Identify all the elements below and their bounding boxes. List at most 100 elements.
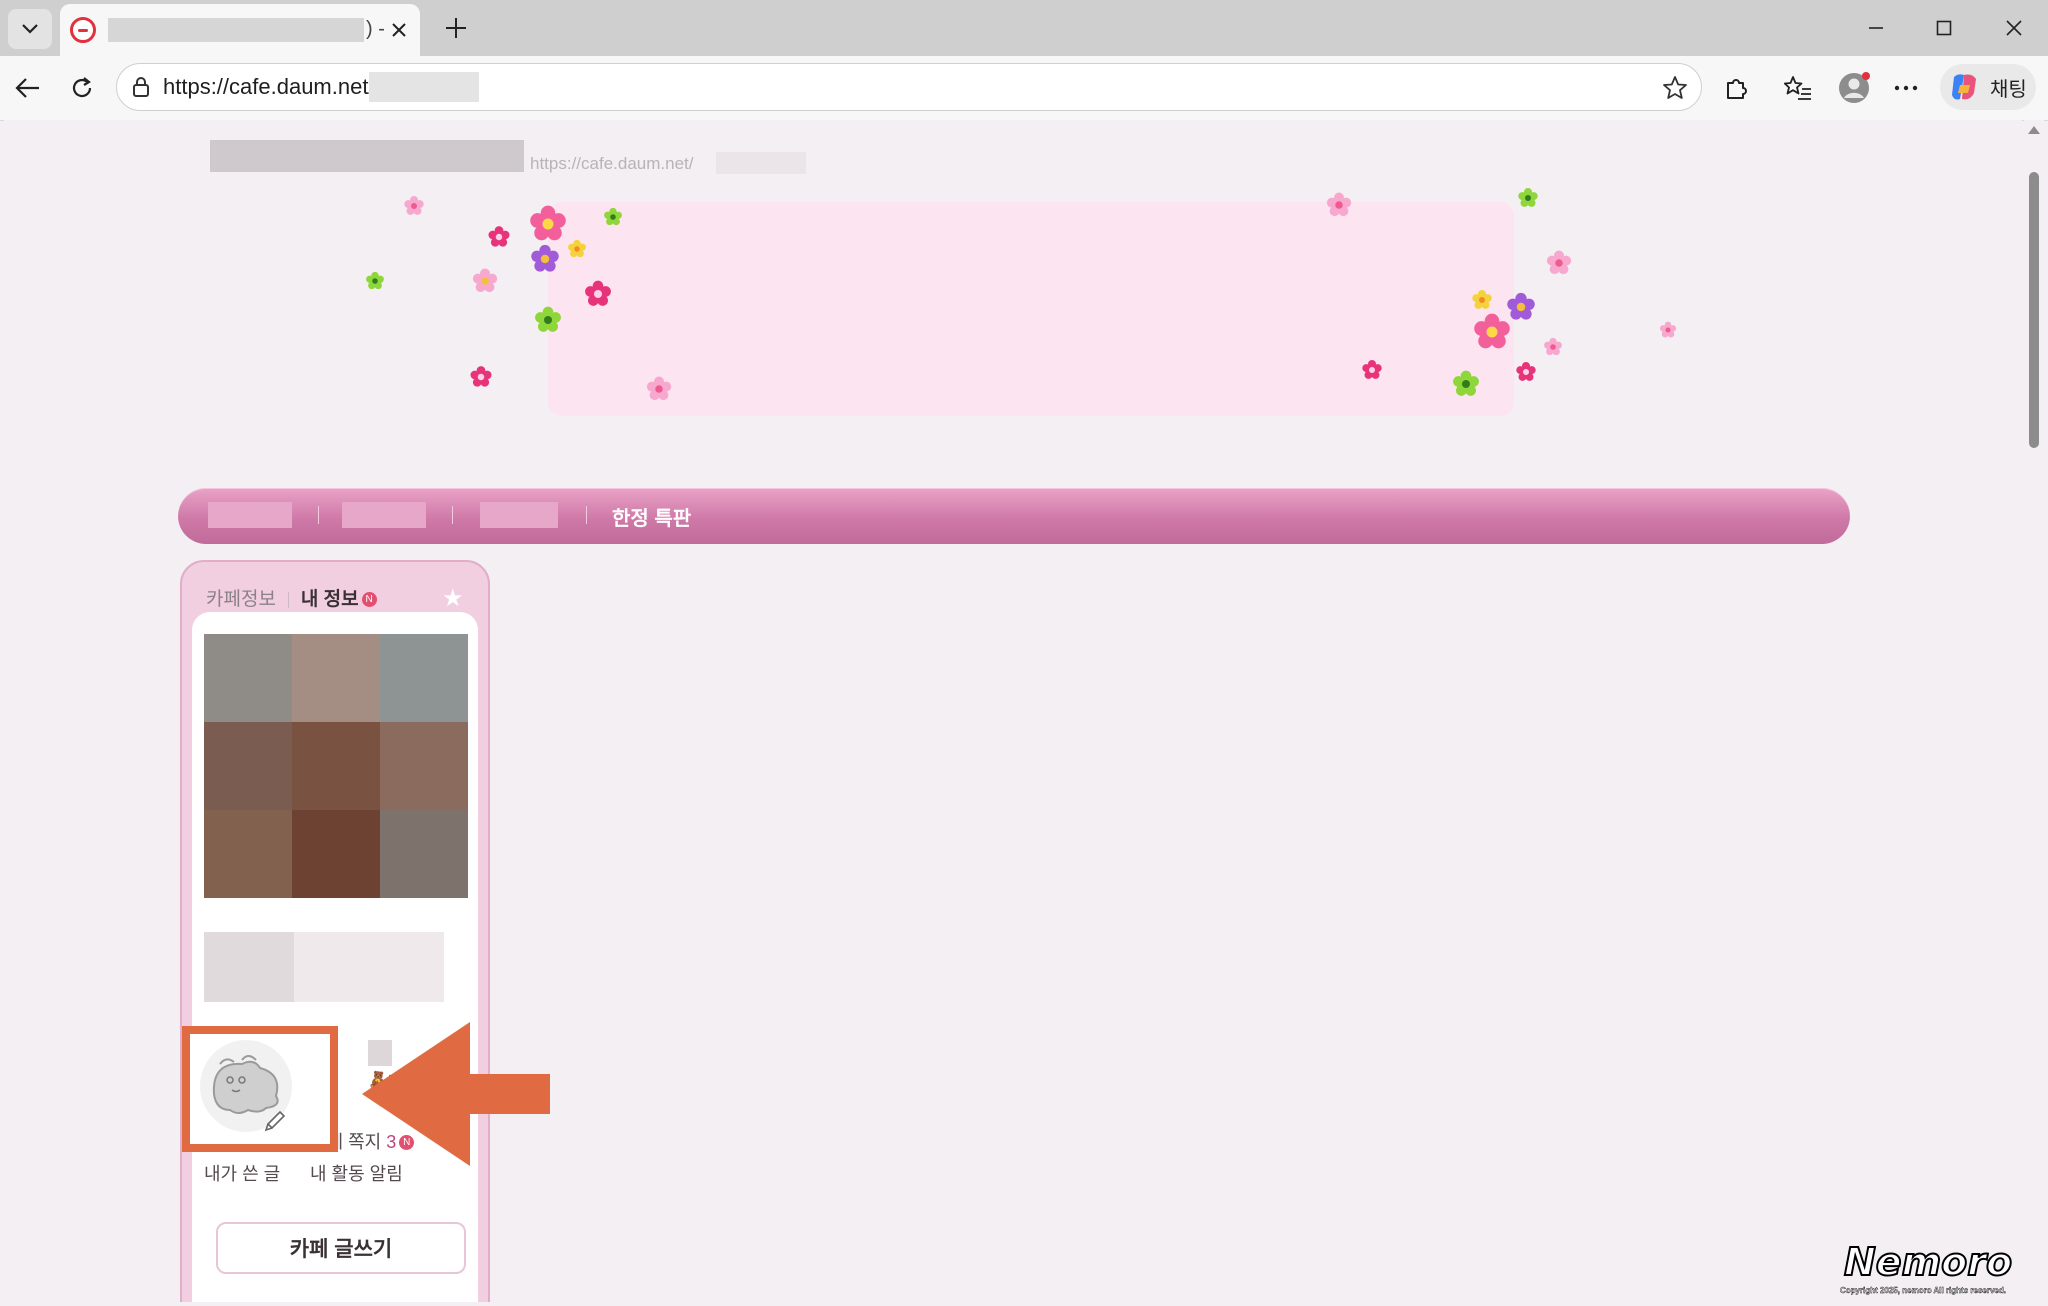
profile-mosaic-cell [204,722,292,810]
new-tab-button[interactable] [438,10,474,46]
ellipsis-icon [1894,85,1918,91]
flower-icon [604,207,622,226]
flower-icon [535,306,561,332]
watermark-copyright: Copyright 2025, nemoro All rights reserv… [1840,1286,2006,1295]
favorites-button[interactable] [1778,68,1818,108]
copilot-icon [1952,74,1976,100]
flower-icon [366,271,384,290]
back-button[interactable] [8,68,48,108]
flower-icon [530,205,566,241]
profile-image[interactable] [204,634,468,898]
close-icon [392,23,406,37]
highlighted-avatar-box[interactable] [182,1026,338,1152]
chat-label: 채팅 [1990,78,2027,101]
flower-icon [470,366,492,387]
my-posts-link[interactable]: 내가 쓴 글 [204,1158,280,1190]
cafe-banner [548,202,1514,416]
close-window-button[interactable] [1994,10,2034,46]
puzzle-icon [1727,79,1747,99]
flower-icon [1453,370,1479,396]
profile-mosaic-cell [292,722,380,810]
flower-icon [568,239,586,258]
flower-icon [1544,337,1562,356]
lock-icon [133,77,149,97]
copilot-chat-button[interactable]: 채팅 [1940,64,2036,110]
menu-divider [318,506,319,524]
close-tab-button[interactable] [384,15,414,45]
arrow-left-icon [15,78,39,98]
profile-mosaic-cell [380,722,468,810]
menu-divider [452,506,453,524]
flower-icon [472,268,498,293]
star-icon[interactable]: ★ [442,584,464,613]
add-favorite-button[interactable] [1659,72,1691,104]
profile-mosaic-cell [204,634,292,722]
scroll-thumb[interactable] [2029,172,2039,448]
address-bar[interactable]: https://cafe.daum.net/ [116,63,1702,111]
tab-title: ) - [366,18,385,40]
menu-item-redacted[interactable] [342,502,426,528]
flower-icon [1326,192,1352,217]
reload-button[interactable] [62,68,102,108]
avatar-character-icon [200,1040,292,1132]
cafe-url-path-redacted [716,152,806,174]
tab-strip: ) - [0,0,2048,56]
flower-icon [1518,188,1538,207]
flower-icon [1659,321,1677,338]
flower-icon [1546,250,1572,275]
close-icon [2006,20,2022,36]
tab-divider [287,591,289,608]
extensions-button[interactable] [1716,68,1756,108]
nickname-redacted [204,932,294,1002]
profile-mosaic-cell [204,810,292,898]
menu-divider [586,506,587,524]
reload-icon [72,77,92,98]
my-info-sidebar: 카페정보 내 정보N ★ 🧸 정 메일 확인 카페 쪽지 3N 내가 쓴 글 내 … [180,560,490,1302]
maximize-button[interactable] [1924,10,1964,46]
flower-icon [404,196,424,215]
profile-mosaic-cell [292,634,380,722]
nickname-redacted [294,932,444,1002]
annotation-arrow-icon [362,1022,550,1166]
menu-item-redacted[interactable] [208,502,292,528]
tab-my-info[interactable]: 내 정보 [301,589,359,610]
tab-title-redacted [108,18,364,42]
profile-mosaic-cell [380,634,468,722]
watermark-brand: Nemoro [1843,1239,2013,1285]
more-menu-button[interactable] [1886,68,1926,108]
url-path-redacted [369,72,479,102]
user-avatar-icon [1839,72,1870,103]
nemoro-watermark: Nemoro Copyright 2025, nemoro All rights… [1840,1239,2044,1300]
flower-icon [1362,360,1382,379]
menu-item-redacted[interactable] [480,502,558,528]
flower-icon [1474,313,1510,349]
cafe-menu-bar: 한정 특판 [178,488,1850,544]
profile-mosaic-cell [292,810,380,898]
tab-actions-button[interactable] [8,9,52,49]
flower-icon [531,244,559,272]
maximize-icon [1936,20,1952,36]
star-outline-icon [1663,76,1687,99]
url-text: https://cafe.daum.net/ [163,74,375,99]
flower-icon [646,376,672,401]
scroll-up-icon[interactable] [2028,126,2040,134]
favorites-list-icon [1784,76,1811,100]
my-info-panel: 🧸 정 메일 확인 카페 쪽지 3N 내가 쓴 글 내 활동 알림 카페 글쓰기 [192,612,478,1302]
minimize-icon [1869,27,1883,29]
profile-mosaic-cell [380,810,468,898]
active-tab[interactable]: ) - [60,4,420,56]
write-post-button[interactable]: 카페 글쓰기 [216,1222,466,1274]
page-scrollbar[interactable] [2024,120,2044,1302]
plus-icon [446,18,466,38]
flower-icon [1516,362,1536,381]
browser-toolbar: https://cafe.daum.net/ 채팅 [0,56,2048,121]
chevron-down-icon [22,24,38,34]
cafe-url-text[interactable]: https://cafe.daum.net/ [530,154,693,174]
flower-icon [1472,290,1492,309]
cafe-name-redacted [210,140,524,172]
minimize-button[interactable] [1856,10,1896,46]
tab-cafe-info[interactable]: 카페정보 [206,589,276,610]
menu-item-limited-sale[interactable]: 한정 특판 [612,502,691,531]
profile-button[interactable] [1834,68,1874,108]
flower-icon [488,226,510,247]
